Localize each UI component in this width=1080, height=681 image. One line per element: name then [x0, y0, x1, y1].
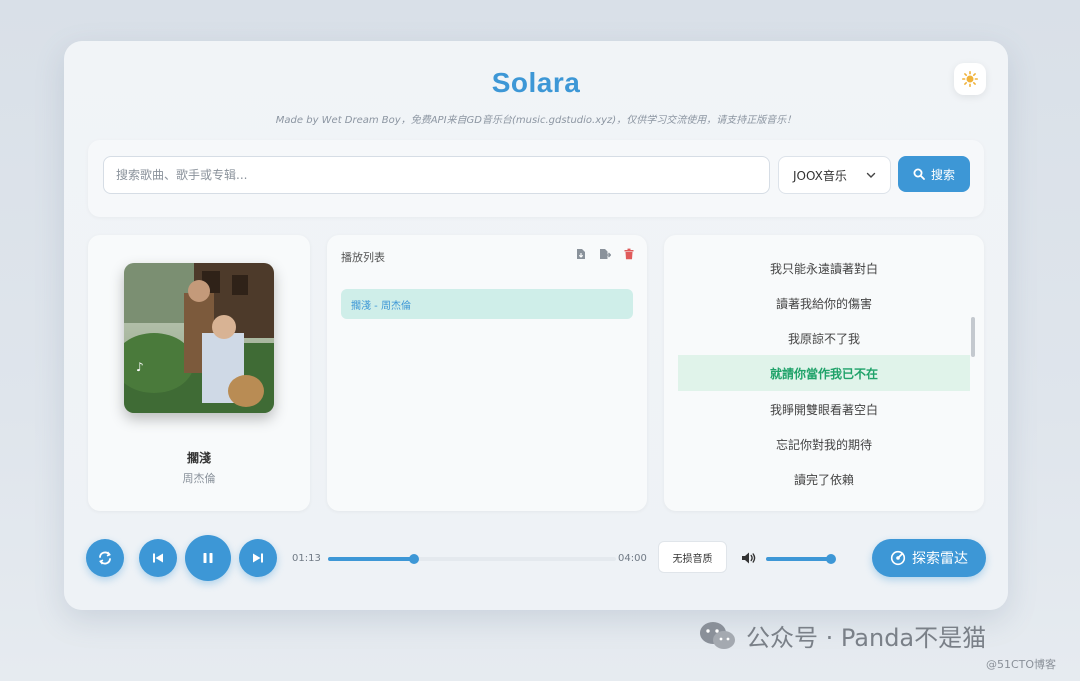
watermark-text: 公众号 · Panda不是猫 — [746, 624, 987, 652]
lyric-line: 忘記你對我的期待 — [775, 437, 872, 452]
theme-toggle-button[interactable] — [954, 63, 986, 95]
explore-radar-button[interactable]: 探索雷达 — [872, 539, 986, 577]
explore-radar-label: 探索雷达 — [912, 551, 968, 567]
watermark: 公众号 · Panda不是猫 — [698, 618, 986, 653]
volume-icon[interactable] — [741, 551, 757, 565]
skip-forward-icon — [253, 553, 263, 563]
search-button[interactable]: 搜索 — [898, 156, 970, 192]
repeat-button[interactable] — [86, 539, 124, 577]
playlist-item-label: 擱淺 - 周杰倫 — [351, 300, 411, 312]
volume-thumb[interactable] — [825, 554, 836, 564]
search-icon — [913, 168, 925, 180]
sun-icon — [962, 71, 978, 87]
volume-fill — [766, 557, 831, 561]
svg-text:♪: ♪ — [136, 360, 144, 374]
progress-fill — [328, 557, 415, 561]
next-button[interactable] — [239, 539, 277, 577]
export-icon[interactable] — [599, 248, 611, 260]
quality-label: 无损音质 — [672, 553, 713, 565]
app-title: Solara — [491, 67, 581, 98]
playlist-header: 播放列表 — [341, 251, 385, 264]
lyric-line: 我只能永遠讀著對白 — [769, 261, 878, 276]
source-select-value: JOOX音乐 — [793, 168, 847, 183]
radar-icon — [890, 550, 906, 566]
lyrics-scrollbar[interactable] — [971, 317, 975, 357]
lyric-line-active: 就請你當作我已不在 — [678, 355, 970, 391]
lyric-line: 讀完了依賴 — [793, 472, 854, 487]
total-time: 04:00 — [618, 553, 647, 564]
import-icon[interactable] — [575, 248, 587, 260]
progress-thumb[interactable] — [409, 554, 420, 564]
wechat-icon — [700, 621, 735, 649]
trash-icon[interactable] — [623, 248, 635, 260]
playlist-card: 播放列表 擱淺 - 周杰倫 — [327, 235, 647, 511]
play-pause-button[interactable] — [185, 535, 231, 581]
repeat-icon — [99, 551, 111, 565]
app-window: Solara Made by Wet Dream Boy，免费API来自GD音乐… — [64, 41, 1008, 610]
skip-back-icon — [153, 553, 163, 563]
search-button-label: 搜索 — [930, 167, 955, 182]
lyric-line: 我睜開雙眼看著空白 — [769, 402, 878, 417]
progress-bar[interactable] — [328, 554, 616, 564]
lyric-line: 我原諒不了我 — [787, 331, 860, 346]
playlist-item[interactable]: 擱淺 - 周杰倫 — [341, 289, 633, 319]
app-subtitle: Made by Wet Dream Boy，免费API来自GD音乐台(music… — [275, 115, 797, 126]
current-time: 01:13 — [292, 553, 321, 564]
lyrics-card: 我只能永遠讀著對白 讀著我給你的傷害 我原諒不了我 就請你當作我已不在 我睜開雙… — [664, 235, 984, 511]
source-select[interactable]: JOOX音乐 — [778, 156, 891, 194]
quality-button[interactable]: 无损音质 — [658, 541, 727, 573]
search-panel: JOOX音乐 搜索 — [88, 140, 984, 217]
watermark-sub: @51CTO博客 — [986, 658, 1057, 671]
chevron-down-icon — [866, 172, 876, 178]
previous-button[interactable] — [139, 539, 177, 577]
volume-slider[interactable] — [766, 554, 836, 564]
album-cover: ♪ — [124, 263, 274, 413]
song-title: 擱淺 — [186, 451, 211, 465]
search-input[interactable] — [103, 156, 770, 194]
pause-icon — [203, 553, 213, 563]
song-artist: 周杰倫 — [182, 472, 216, 485]
now-playing-card: ♪ 擱淺 周杰倫 — [88, 235, 310, 511]
lyric-line: 讀著我給你的傷害 — [775, 296, 872, 311]
